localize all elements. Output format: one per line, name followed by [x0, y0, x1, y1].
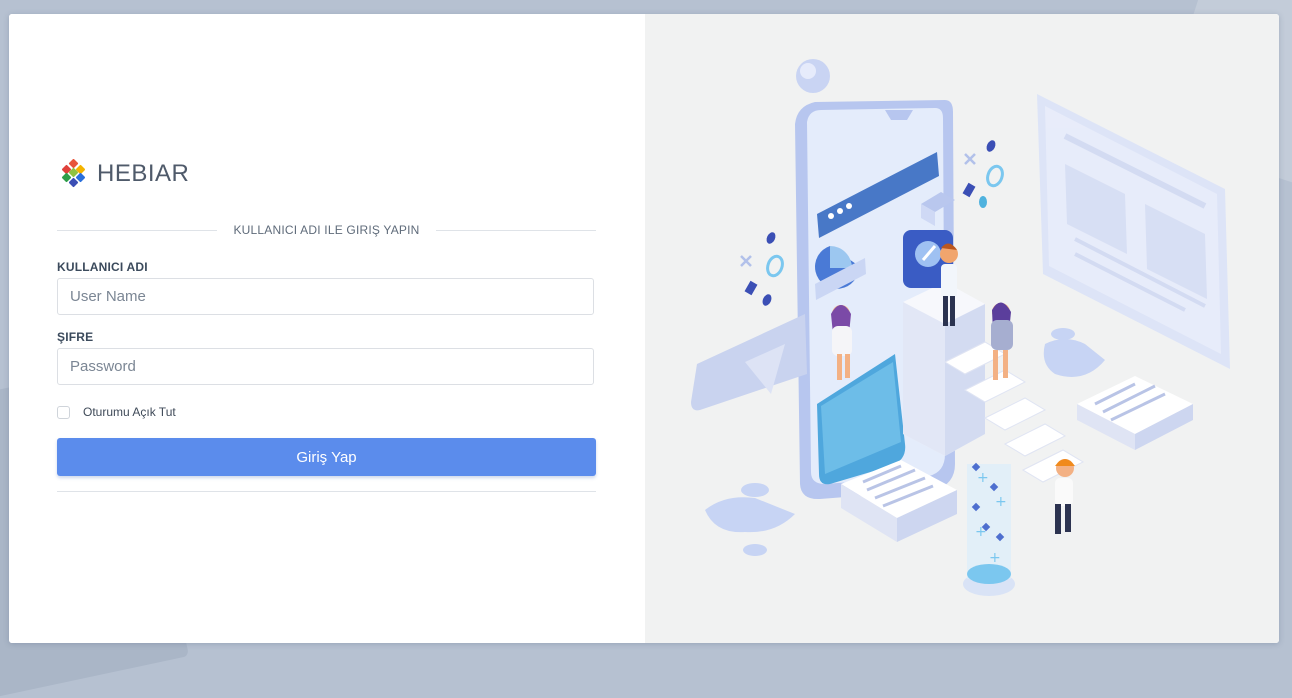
password-input[interactable] [57, 348, 594, 385]
svg-text:+: + [977, 470, 989, 486]
remember-me-checkbox[interactable] [57, 405, 70, 419]
hebiar-logo-icon [61, 159, 86, 188]
remember-me[interactable]: Oturumu Açık Tut [57, 405, 176, 419]
brand: HEBIAR [59, 159, 189, 189]
username-label: KULLANICI ADI [57, 260, 148, 274]
isometric-mobile-app-illustration: + + + + [691, 59, 1230, 596]
svg-text:+: + [995, 494, 1007, 510]
svg-text:+: + [975, 524, 987, 540]
password-label: ŞIFRE [57, 330, 94, 344]
divider-line [57, 229, 218, 231]
login-heading-divider: KULLANICI ADI ILE GIRIŞ YAPIN [57, 220, 596, 240]
login-card: HEBIAR KULLANICI ADI ILE GIRIŞ YAPIN KUL… [9, 14, 1279, 643]
username-input[interactable] [57, 278, 594, 315]
form-bottom-divider [57, 491, 596, 492]
illustration-panel: + + + + [645, 14, 1279, 643]
login-heading: KULLANICI ADI ILE GIRIŞ YAPIN [233, 223, 420, 237]
login-button[interactable]: Giriş Yap [57, 438, 596, 476]
remember-me-label[interactable]: Oturumu Açık Tut [83, 405, 176, 419]
svg-text:+: + [989, 550, 1001, 566]
brand-name: HEBIAR [97, 160, 190, 187]
login-panel: HEBIAR KULLANICI ADI ILE GIRIŞ YAPIN KUL… [9, 14, 645, 643]
divider-line [435, 229, 596, 231]
